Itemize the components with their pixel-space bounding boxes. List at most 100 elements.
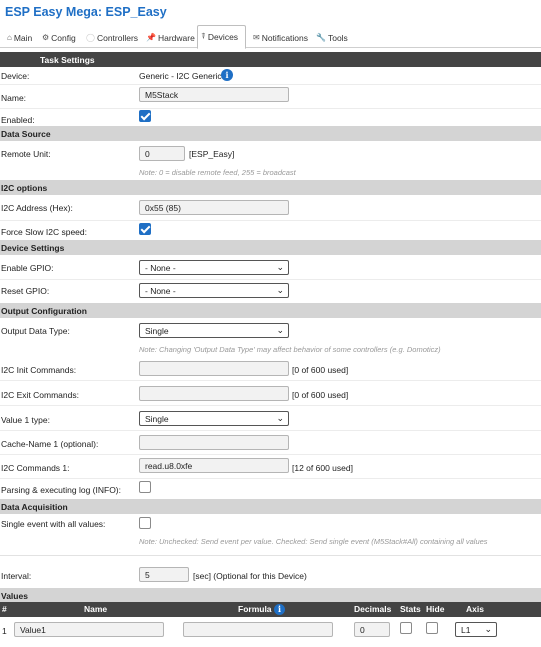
plug-icon: ⍒ bbox=[201, 32, 206, 41]
parsing-log-checkbox[interactable] bbox=[139, 481, 151, 493]
tab-notifications[interactable]: ✉ Notifications bbox=[250, 27, 311, 48]
tab-controllers[interactable]: ◯ Controllers bbox=[83, 27, 141, 48]
i2c-address-label: I2C Address (Hex): bbox=[1, 203, 73, 213]
col-name-header: Name bbox=[84, 604, 108, 614]
value-name-input[interactable]: Value1 bbox=[14, 622, 164, 637]
remote-unit-note: Note: 0 = disable remote feed, 255 = bro… bbox=[139, 168, 296, 177]
device-value: Generic - I2C Generic bbox=[139, 71, 222, 81]
tab-config-label: Config bbox=[51, 32, 76, 43]
chevron-down-icon: ⌄ bbox=[276, 285, 284, 295]
exit-commands-row: I2C Exit Commands: [0 of 600 used] bbox=[0, 382, 541, 406]
value1-type-value: Single bbox=[145, 414, 169, 424]
output-type-select[interactable]: Single ⌄ bbox=[139, 323, 289, 338]
values-table-header: # Name Formula i Decimals Stats Hide Axi… bbox=[0, 602, 541, 617]
output-type-label: Output Data Type: bbox=[1, 326, 70, 336]
enabled-checkbox[interactable] bbox=[139, 110, 151, 122]
tab-bar: ⌂ Main ⚙ Config ◯ Controllers 📌 Hardware… bbox=[0, 24, 541, 49]
output-type-row: Output Data Type: Single ⌄ bbox=[0, 318, 541, 342]
section-header-device-settings: Device Settings bbox=[0, 240, 541, 255]
interval-input[interactable]: 5 bbox=[139, 567, 189, 582]
value1-type-select[interactable]: Single ⌄ bbox=[139, 411, 289, 426]
i2c-address-input[interactable]: 0x55 (85) bbox=[139, 200, 289, 215]
init-commands-used: [0 of 600 used] bbox=[292, 365, 349, 375]
i2c-commands-used: [12 of 600 used] bbox=[292, 463, 353, 473]
tab-main[interactable]: ⌂ Main bbox=[4, 27, 35, 48]
enable-gpio-label: Enable GPIO: bbox=[1, 263, 54, 273]
single-event-row: Single event with all values: bbox=[0, 514, 541, 538]
value-axis-select[interactable]: L1 ⌄ bbox=[455, 622, 497, 637]
row-num: 1 bbox=[2, 626, 7, 636]
single-event-note: Note: Unchecked: Send event per value. C… bbox=[139, 537, 488, 546]
remote-unit-input[interactable]: 0 bbox=[139, 146, 185, 161]
col-axis-header: Axis bbox=[466, 604, 484, 614]
init-commands-row: I2C Init Commands: [0 of 600 used] bbox=[0, 357, 541, 381]
gear-icon: ⚙ bbox=[42, 33, 50, 42]
exit-commands-input[interactable] bbox=[139, 386, 289, 401]
tab-tools[interactable]: 🔧 Tools bbox=[313, 27, 351, 48]
single-event-label: Single event with all values: bbox=[1, 519, 106, 529]
exit-commands-label: I2C Exit Commands: bbox=[1, 390, 79, 400]
init-commands-input[interactable] bbox=[139, 361, 289, 376]
reset-gpio-select[interactable]: - None - ⌄ bbox=[139, 283, 289, 298]
exit-commands-used: [0 of 600 used] bbox=[292, 390, 349, 400]
tab-hardware-label: Hardware bbox=[157, 32, 195, 43]
single-event-checkbox[interactable] bbox=[139, 517, 151, 529]
app-title: ESP Easy Mega: ESP_Easy bbox=[5, 5, 167, 19]
section-header-output-configuration: Output Configuration bbox=[0, 303, 541, 318]
i2c-commands-input[interactable]: read.u8.0xfe bbox=[139, 458, 289, 473]
col-decimals-header: Decimals bbox=[354, 604, 392, 614]
value-formula-input[interactable] bbox=[183, 622, 333, 637]
i2c-commands-row: I2C Commands 1: read.u8.0xfe [12 of 600 … bbox=[0, 455, 541, 479]
reset-gpio-row: Reset GPIO: - None - ⌄ bbox=[0, 279, 541, 303]
i2c-commands-label: I2C Commands 1: bbox=[1, 463, 70, 473]
tab-config[interactable]: ⚙ Config bbox=[39, 27, 79, 48]
section-header-i2c-options: I2C options bbox=[0, 180, 541, 195]
pin-icon: 📌 bbox=[146, 33, 156, 42]
force-slow-checkbox[interactable] bbox=[139, 223, 151, 235]
name-label: Name: bbox=[1, 93, 27, 103]
section-header-data-acquisition: Data Acquisition bbox=[0, 499, 541, 514]
cache-name-row: Cache-Name 1 (optional): bbox=[0, 431, 541, 455]
tab-hardware[interactable]: 📌 Hardware bbox=[143, 27, 198, 48]
enable-gpio-value: - None - bbox=[145, 263, 176, 273]
remote-unit-label: Remote Unit: bbox=[1, 149, 51, 159]
output-type-value: Single bbox=[145, 326, 169, 336]
interval-row: Interval: 5 [sec] (Optional for this Dev… bbox=[0, 563, 541, 587]
enabled-label: Enabled: bbox=[1, 115, 35, 125]
tab-devices-label: Devices bbox=[207, 32, 239, 42]
home-icon: ⌂ bbox=[7, 33, 12, 42]
chevron-down-icon: ⌄ bbox=[484, 624, 492, 634]
table-row: 1 Value1 0 L1 ⌄ bbox=[0, 617, 541, 643]
device-label: Device: bbox=[1, 71, 30, 81]
value-hide-checkbox[interactable] bbox=[426, 622, 438, 634]
value-stats-checkbox[interactable] bbox=[400, 622, 412, 634]
init-commands-label: I2C Init Commands: bbox=[1, 365, 77, 375]
col-num-header: # bbox=[2, 604, 7, 614]
tab-controllers-label: Controllers bbox=[96, 32, 139, 43]
value1-type-label: Value 1 type: bbox=[1, 415, 50, 425]
remote-unit-row: Remote Unit: 0 [ESP_Easy] bbox=[0, 143, 541, 167]
output-type-note: Note: Changing 'Output Data Type' may af… bbox=[139, 345, 441, 354]
value-axis-value: L1 bbox=[461, 625, 471, 635]
remote-unit-suffix: [ESP_Easy] bbox=[189, 149, 235, 159]
wrench-icon: 🔧 bbox=[316, 33, 326, 42]
tab-devices[interactable]: ⍒ Devices bbox=[197, 25, 246, 49]
cache-name-label: Cache-Name 1 (optional): bbox=[1, 439, 99, 449]
formula-info-icon[interactable]: i bbox=[274, 604, 285, 615]
name-input[interactable]: M5Stack bbox=[139, 87, 289, 102]
device-info-icon[interactable]: i bbox=[221, 69, 233, 81]
cache-name-input[interactable] bbox=[139, 435, 289, 450]
interval-label: Interval: bbox=[1, 571, 32, 581]
value1-type-row: Value 1 type: Single ⌄ bbox=[0, 407, 541, 431]
value-decimals-input[interactable]: 0 bbox=[354, 622, 390, 637]
tab-main-label: Main bbox=[13, 32, 33, 43]
reset-gpio-value: - None - bbox=[145, 286, 176, 296]
chevron-down-icon: ⌄ bbox=[276, 325, 284, 335]
col-formula-header: Formula bbox=[238, 604, 272, 614]
parsing-log-label: Parsing & executing log (INFO): bbox=[1, 485, 121, 495]
section-header-data-source: Data Source bbox=[0, 126, 541, 141]
enable-gpio-select[interactable]: - None - ⌄ bbox=[139, 260, 289, 275]
section-header-values: Values bbox=[0, 588, 541, 603]
name-row: Name: M5Stack bbox=[0, 85, 541, 109]
controllers-icon: ◯ bbox=[86, 33, 95, 42]
